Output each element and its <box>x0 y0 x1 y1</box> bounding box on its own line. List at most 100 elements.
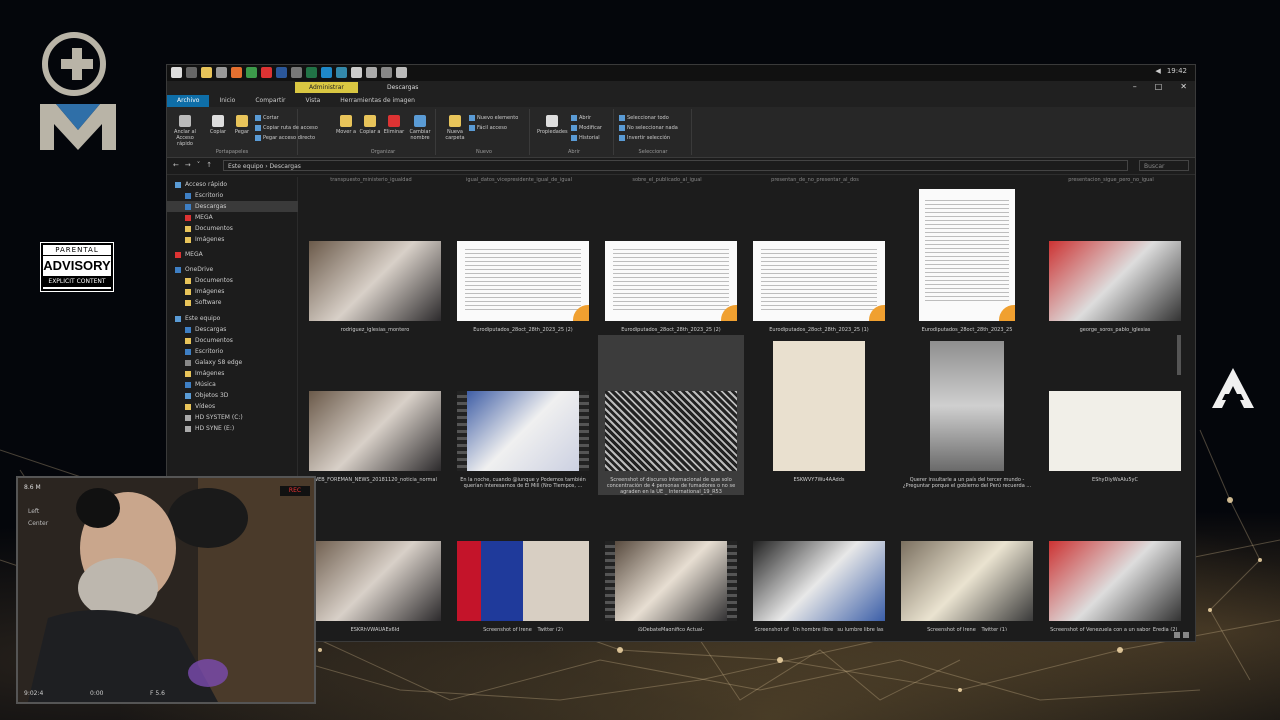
up-arrow-icon[interactable]: ↑ <box>206 161 212 169</box>
file-tile[interactable]: Screenshot of Venezuela con a un sabor_E… <box>1042 485 1188 641</box>
file-tile[interactable]: Eurodiputados_28oct_28th_2023_25 <box>894 185 1040 345</box>
select-none-button[interactable]: No seleccionar nada <box>619 125 678 131</box>
mail-icon[interactable] <box>336 67 347 78</box>
sidebar-item[interactable]: Imágenes <box>167 368 313 379</box>
sidebar-item-label: Vídeos <box>195 403 216 410</box>
file-tile[interactable]: Eurodiputados_28oct_28th_2023_25 (2) <box>598 185 744 345</box>
pin-button[interactable]: Anclar al Acceso rápido <box>171 115 199 147</box>
tab-home[interactable]: Inicio <box>209 95 245 107</box>
sidebar-item[interactable]: Imágenes✱ <box>167 234 313 245</box>
file-tile[interactable]: En la noche, cuando @iunque y Podemos ta… <box>450 335 596 495</box>
file-tile[interactable]: Screenshot of _Un hombre libre_ su lumbr… <box>746 485 892 641</box>
sidebar-item[interactable]: Descargas <box>167 324 313 335</box>
file-tile[interactable]: Screenshot of discurso internacional de … <box>598 335 744 495</box>
context-tab-manage[interactable]: Administrar <box>295 82 358 93</box>
search-input[interactable]: Buscar <box>1139 160 1189 171</box>
address-input[interactable]: Este equipo › Descargas <box>223 160 1128 171</box>
new-folder-button[interactable]: Nueva carpeta <box>443 115 467 141</box>
sidebar-item[interactable]: Objetos 3D <box>167 390 313 401</box>
select-all-button[interactable]: Seleccionar todo <box>619 115 669 121</box>
large-icons-view-icon[interactable] <box>1183 632 1189 638</box>
edit-button[interactable]: Modificar <box>571 125 602 131</box>
clock[interactable]: 19:42 <box>1167 67 1187 75</box>
sidebar-item-label: Objetos 3D <box>195 392 229 399</box>
file-tile[interactable]: WEB_FOREMAN_NEWS_20181120_noticia_normal <box>302 335 448 495</box>
paste-shortcut-button[interactable]: Pegar acceso directo <box>255 135 315 141</box>
open-button[interactable]: Abrir <box>571 115 591 121</box>
sidebar-item[interactable]: Documentos✱ <box>167 223 313 234</box>
file-tile[interactable]: ESKRhVWAUAEx6Jd <box>302 485 448 641</box>
app4-icon[interactable] <box>366 67 377 78</box>
app2-icon[interactable] <box>321 67 332 78</box>
word-icon[interactable] <box>276 67 287 78</box>
tab-file[interactable]: Archivo <box>167 95 210 107</box>
minimize-icon[interactable]: – <box>1133 82 1137 91</box>
easy-access-button[interactable]: Fácil acceso <box>469 125 507 131</box>
file-tile[interactable]: Eurodiputados_28oct_28th_2023_25 (2) <box>450 185 596 345</box>
pin-icon <box>179 115 191 127</box>
sidebar-item[interactable]: HD SYSTEM (C:) <box>167 412 313 423</box>
windows-start-icon[interactable] <box>171 67 182 78</box>
sidebar-item[interactable]: Este equipo <box>167 313 303 324</box>
sidebar-item[interactable]: Descargas✱ <box>167 201 313 212</box>
new-item-button[interactable]: Nuevo elemento <box>469 115 518 121</box>
tab-share[interactable]: Compartir <box>245 95 295 107</box>
image-thumbnail <box>1049 541 1181 621</box>
sidebar-item[interactable]: Software <box>167 297 313 308</box>
sidebar-item[interactable]: MEGA✱ <box>167 212 313 223</box>
sidebar-item[interactable]: Escritorio <box>167 346 313 357</box>
sidebar-item[interactable]: Galaxy S8 edge <box>167 357 313 368</box>
shield-icon[interactable] <box>261 67 272 78</box>
cut-button[interactable]: Cortar <box>255 115 279 121</box>
tab-view[interactable]: Vista <box>295 95 330 107</box>
chrome-icon[interactable] <box>246 67 257 78</box>
sidebar-item[interactable]: Documentos <box>167 275 313 286</box>
browser-icon[interactable] <box>216 67 227 78</box>
sidebar-item[interactable]: Escritorio✱ <box>167 190 313 201</box>
app-icon[interactable] <box>291 67 302 78</box>
sidebar-item[interactable]: MEGA <box>167 249 303 260</box>
close-icon[interactable]: ✕ <box>1180 82 1187 91</box>
file-tile[interactable]: Querer insultarle a un país del tercer m… <box>894 335 1040 495</box>
sidebar-item[interactable]: Documentos <box>167 335 313 346</box>
app6-icon[interactable] <box>396 67 407 78</box>
rename-button[interactable]: Cambiar nombre <box>407 115 433 141</box>
details-view-icon[interactable] <box>1174 632 1180 638</box>
maximize-icon[interactable]: □ <box>1155 82 1163 91</box>
forward-arrow-icon[interactable]: → <box>185 161 191 169</box>
sidebar-item[interactable]: Vídeos <box>167 401 313 412</box>
file-tile[interactable]: Screenshot of Irene _ Twitter (2) <box>450 485 596 641</box>
sidebar-item[interactable]: OneDrive <box>167 264 303 275</box>
search-icon[interactable] <box>186 67 197 78</box>
sidebar-item[interactable]: Imágenes <box>167 286 313 297</box>
sidebar-item[interactable]: Acceso rápido <box>167 179 303 190</box>
excel-icon[interactable] <box>306 67 317 78</box>
copy-button[interactable]: Copiar <box>207 115 229 135</box>
volume-icon[interactable]: ◀ <box>1155 67 1160 75</box>
file-tile[interactable]: Screenshot of Irene _ Twitter (1) <box>894 485 1040 641</box>
file-tile[interactable]: Eurodiputados_28oct_28th_2023_25 (1) <box>746 185 892 345</box>
file-tile[interactable]: @DebateMagnifico Actual- <box>598 485 744 641</box>
move-to-button[interactable]: Mover a <box>335 115 357 135</box>
paste-button[interactable]: Pegar <box>231 115 253 135</box>
properties-button[interactable]: Propiedades <box>537 115 568 135</box>
copy-to-button[interactable]: Copiar a <box>359 115 381 135</box>
sidebar-item[interactable]: Música <box>167 379 313 390</box>
app3-icon[interactable] <box>351 67 362 78</box>
sidebar-item[interactable]: HD SYNE (E:) <box>167 423 313 434</box>
recent-chevron-icon[interactable]: ˅ <box>197 161 201 169</box>
file-tile[interactable]: EShyDiyWsAIu5yC <box>1042 335 1188 495</box>
firefox-icon[interactable] <box>231 67 242 78</box>
file-tile[interactable]: george_soros_pablo_iglesias <box>1042 185 1188 345</box>
app5-icon[interactable] <box>381 67 392 78</box>
copy-path-button[interactable]: Copiar ruta de acceso <box>255 125 318 131</box>
history-button[interactable]: Historial <box>571 135 600 141</box>
back-arrow-icon[interactable]: ← <box>173 161 179 169</box>
folder-icon[interactable] <box>201 67 212 78</box>
invert-selection-button[interactable]: Invertir selección <box>619 135 670 141</box>
file-tile[interactable]: ESKWVY7Wu4AAdds <box>746 335 892 495</box>
delete-button[interactable]: Eliminar <box>383 115 405 135</box>
paste-icon <box>236 115 248 127</box>
file-tile[interactable]: rodriguez_iglesias_montero <box>302 185 448 345</box>
tab-image-tools[interactable]: Herramientas de imagen <box>330 95 425 107</box>
